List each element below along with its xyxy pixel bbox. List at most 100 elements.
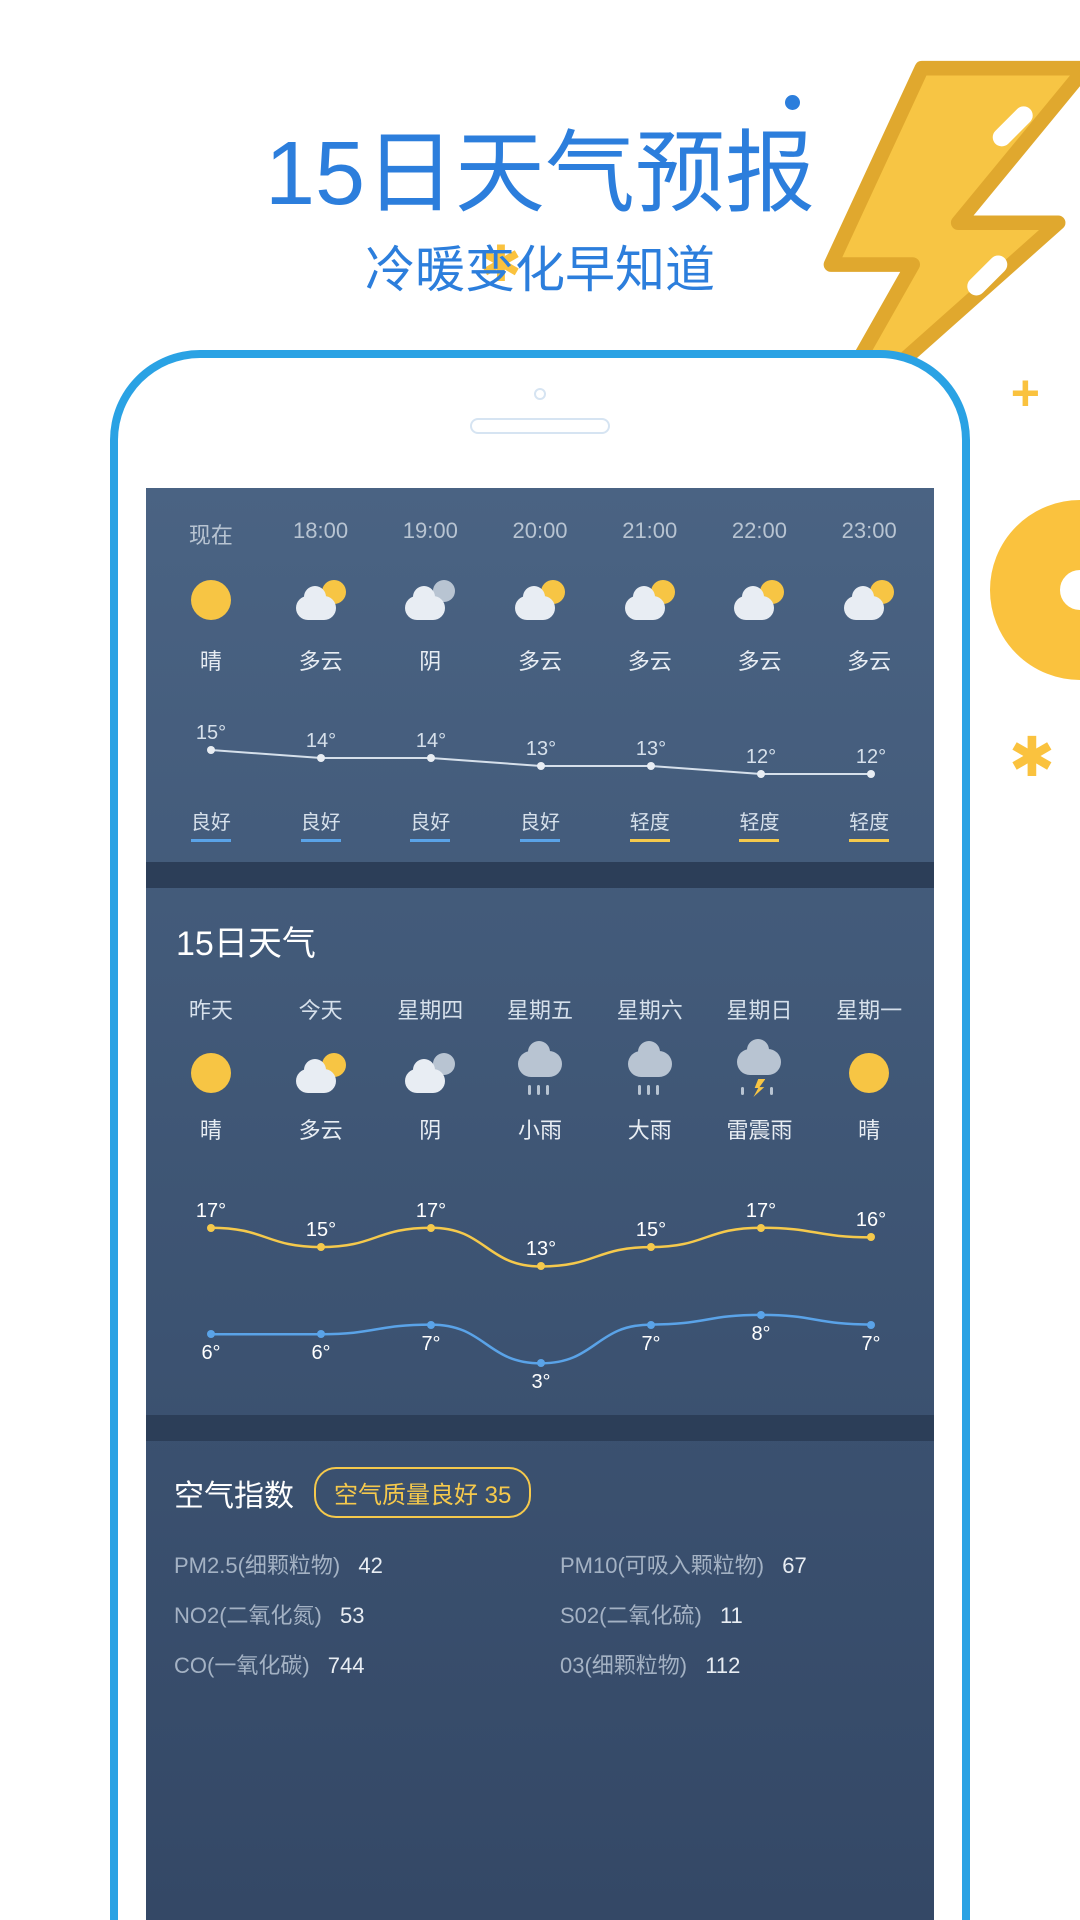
star-icon: ✱ (1009, 725, 1055, 789)
hourly-temp-label: 14° (416, 730, 446, 753)
thunderstorm-icon (737, 1049, 781, 1097)
air-title: 空气指数 (174, 1471, 294, 1515)
hourly-aqi-badge: 良好 (191, 806, 231, 842)
hourly-aqi-badge: 良好 (301, 806, 341, 842)
daily-condition: 阴 (375, 1113, 485, 1145)
daily-hi-label: 17° (746, 1200, 776, 1223)
app-screen: 现在18:0019:0020:0021:0022:0023:00 晴多云阴多云多… (146, 488, 934, 1920)
air-metric-label: S02(二氧化硫) (560, 1603, 702, 1628)
decorative-circle (990, 500, 1080, 680)
daily-hi-label: 13° (526, 1238, 556, 1261)
daily-hi-dot (317, 1243, 325, 1251)
daily-condition: 大雨 (595, 1113, 705, 1145)
hourly-time: 现在 (156, 518, 266, 550)
air-metric-label: PM2.5(细颗粒物) (174, 1553, 340, 1578)
hourly-aqi-badge: 良好 (410, 806, 450, 842)
daily-day: 星期四 (375, 993, 485, 1025)
air-metric-value: 53 (340, 1603, 364, 1628)
hourly-condition: 多云 (266, 644, 376, 676)
cloudy-icon (296, 580, 346, 620)
hourly-temp-label: 13° (636, 738, 666, 761)
daily-hi-label: 15° (636, 1219, 666, 1242)
daily-hi-label: 15° (306, 1219, 336, 1242)
daily-lo-dot (757, 1311, 765, 1319)
daily-lo-label: 8° (751, 1323, 770, 1346)
hourly-aqi-badge: 良好 (520, 806, 560, 842)
air-metric-label: NO2(二氧化氮) (174, 1603, 322, 1628)
hourly-temp-dot (317, 754, 325, 762)
hourly-time: 18:00 (266, 518, 376, 544)
hourly-temp-dot (647, 762, 655, 770)
daily-lo-label: 6° (201, 1342, 220, 1365)
daily-hi-label: 17° (196, 1200, 226, 1223)
hourly-temp-dot (757, 770, 765, 778)
section-divider (146, 1415, 934, 1441)
hourly-aqi-badge: 轻度 (849, 806, 889, 842)
daily-title: 15日天气 (176, 916, 924, 965)
hourly-temp-label: 12° (856, 746, 886, 769)
hourly-temp-label: 13° (526, 738, 556, 761)
air-metric: S02(二氧化硫) 11 (560, 1598, 906, 1630)
daily-hi-dot (867, 1233, 875, 1241)
cloudy-icon (515, 580, 565, 620)
daily-lo-dot (427, 1321, 435, 1329)
daily-day: 星期一 (814, 993, 924, 1025)
hourly-condition: 多云 (485, 644, 595, 676)
daily-hi-label: 17° (416, 1200, 446, 1223)
air-metric: 03(细颗粒物) 112 (560, 1648, 906, 1680)
hourly-temp-dot (867, 770, 875, 778)
daily-hi-dot (427, 1224, 435, 1232)
air-metric: PM2.5(细颗粒物) 42 (174, 1548, 520, 1580)
hourly-aqi-badge: 轻度 (630, 806, 670, 842)
cloudy-icon (296, 1053, 346, 1093)
daily-day: 昨天 (156, 993, 266, 1025)
hourly-time: 20:00 (485, 518, 595, 544)
air-metric-label: PM10(可吸入颗粒物) (560, 1553, 764, 1578)
cloudy-icon (734, 580, 784, 620)
daily-lo-label: 3° (531, 1371, 550, 1394)
hourly-temp-dot (537, 762, 545, 770)
overcast-icon (405, 580, 455, 620)
hourly-time: 19:00 (375, 518, 485, 544)
daily-lo-label: 7° (641, 1333, 660, 1356)
hourly-temp-label: 12° (746, 746, 776, 769)
cloudy-icon (625, 580, 675, 620)
hourly-condition: 多云 (814, 644, 924, 676)
daily-lo-dot (207, 1330, 215, 1338)
page-subtitle: 冷暖变化早知道 (0, 230, 1080, 302)
hourly-aqi-badge: 轻度 (739, 806, 779, 842)
air-metric-value: 112 (705, 1653, 740, 1678)
daily-condition: 晴 (156, 1113, 266, 1145)
air-metric: NO2(二氧化氮) 53 (174, 1598, 520, 1630)
hourly-condition: 多云 (595, 644, 705, 676)
hourly-time: 23:00 (814, 518, 924, 544)
section-divider (146, 862, 934, 888)
daily-day: 星期日 (705, 993, 815, 1025)
daily-day: 星期六 (595, 993, 705, 1025)
air-quality-badge: 空气质量良好 35 (314, 1467, 531, 1518)
daily-forecast-panel[interactable]: 15日天气 昨天今天星期四星期五星期六星期日星期一 晴多云阴小雨大雨雷震雨晴 1… (146, 888, 934, 1415)
sun-icon (191, 1053, 231, 1093)
hourly-temp-label: 14° (306, 730, 336, 753)
hourly-time: 22:00 (705, 518, 815, 544)
hourly-condition: 阴 (375, 644, 485, 676)
phone-mockup: 现在18:0019:0020:0021:0022:0023:00 晴多云阴多云多… (110, 350, 970, 1920)
daily-day: 星期五 (485, 993, 595, 1025)
cloudy-icon (844, 580, 894, 620)
page-title: 15日天气预报 (0, 100, 1080, 230)
sun-icon (849, 1053, 889, 1093)
daily-lo-dot (647, 1321, 655, 1329)
rain-icon (518, 1051, 562, 1095)
daily-hi-dot (757, 1224, 765, 1232)
hourly-condition: 多云 (705, 644, 815, 676)
hourly-forecast-panel[interactable]: 现在18:0019:0020:0021:0022:0023:00 晴多云阴多云多… (146, 488, 934, 862)
air-metric-label: CO(一氧化碳) (174, 1653, 310, 1678)
air-metric: PM10(可吸入颗粒物) 67 (560, 1548, 906, 1580)
air-metric-label: 03(细颗粒物) (560, 1653, 687, 1678)
daily-lo-dot (867, 1321, 875, 1329)
air-metric-value: 42 (358, 1553, 382, 1578)
daily-hi-label: 16° (856, 1209, 886, 1232)
hourly-time: 21:00 (595, 518, 705, 544)
air-metric: CO(一氧化碳) 744 (174, 1648, 520, 1680)
air-quality-panel[interactable]: 空气指数 空气质量良好 35 PM2.5(细颗粒物) 42 PM10(可吸入颗粒… (146, 1441, 934, 1710)
